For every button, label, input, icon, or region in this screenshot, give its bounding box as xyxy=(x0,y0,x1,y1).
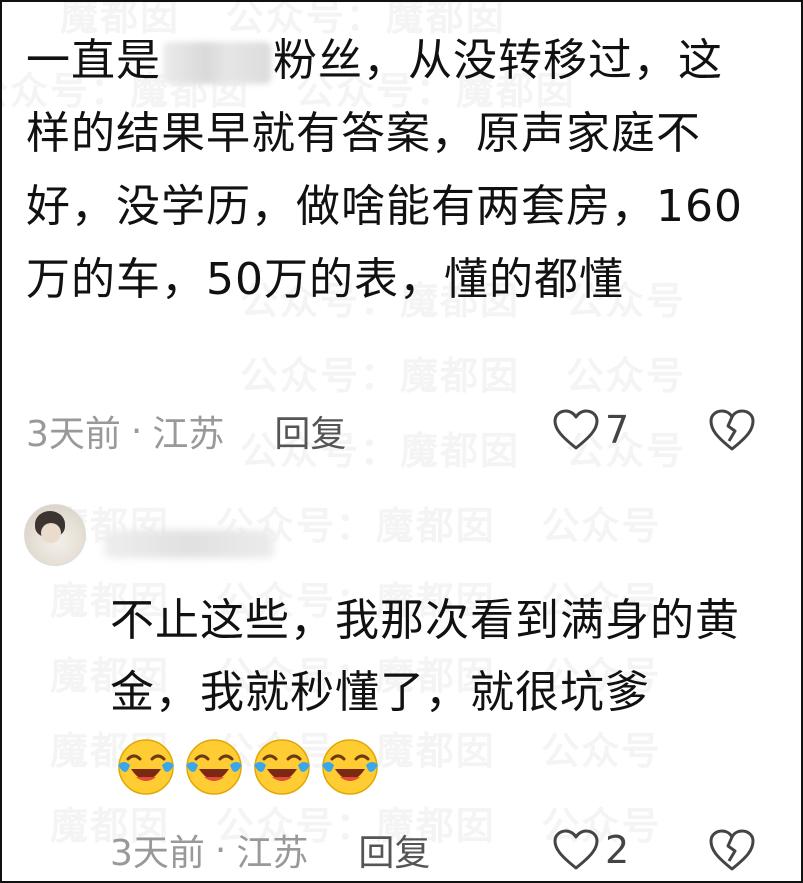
like-count: 7 xyxy=(605,408,630,452)
comment-text-start: 一直是 xyxy=(26,35,161,86)
laugh-cry-emoji xyxy=(186,739,242,795)
comment-text: 一直是 粉丝，从没转移过，这样的结果早就有答案，原声家庭不好，没学历，做啥能有两套… xyxy=(26,24,766,316)
reply-button[interactable]: 回复 xyxy=(274,405,346,457)
heart-outline-icon xyxy=(553,409,599,450)
broken-heart-icon xyxy=(709,409,755,451)
avatar-face xyxy=(41,523,61,543)
comment-meta: 3天前 · 江苏 回复 xyxy=(26,410,346,456)
like-button[interactable]: 7 xyxy=(553,408,629,452)
comment-text-body: 不止这些，我那次看到满身的黄金，我就秒懂了，就很坑爹 xyxy=(110,595,740,718)
laugh-cry-emoji xyxy=(322,739,378,795)
laugh-cry-emoji xyxy=(254,739,310,795)
blurred-username[interactable] xyxy=(104,530,274,558)
emoji-row xyxy=(114,735,382,799)
comment-item: 一直是 粉丝，从没转移过，这样的结果早就有答案，原声家庭不好，没学历，做啥能有两套… xyxy=(0,0,803,470)
comment-text: 不止这些，我那次看到满身的黄金，我就秒懂了，就很坑爹 xyxy=(110,585,750,801)
laugh-cry-emoji xyxy=(118,739,174,795)
comment-location: 江苏 xyxy=(152,414,225,455)
blurred-name xyxy=(163,42,271,84)
comment-time: 3天前 xyxy=(26,414,121,455)
dislike-button[interactable] xyxy=(708,408,756,456)
comment-item: 不止这些，我那次看到满身的黄金，我就秒懂了，就很坑爹 xyxy=(0,480,803,883)
avatar[interactable] xyxy=(24,504,86,566)
meta-separator: · xyxy=(130,410,143,452)
